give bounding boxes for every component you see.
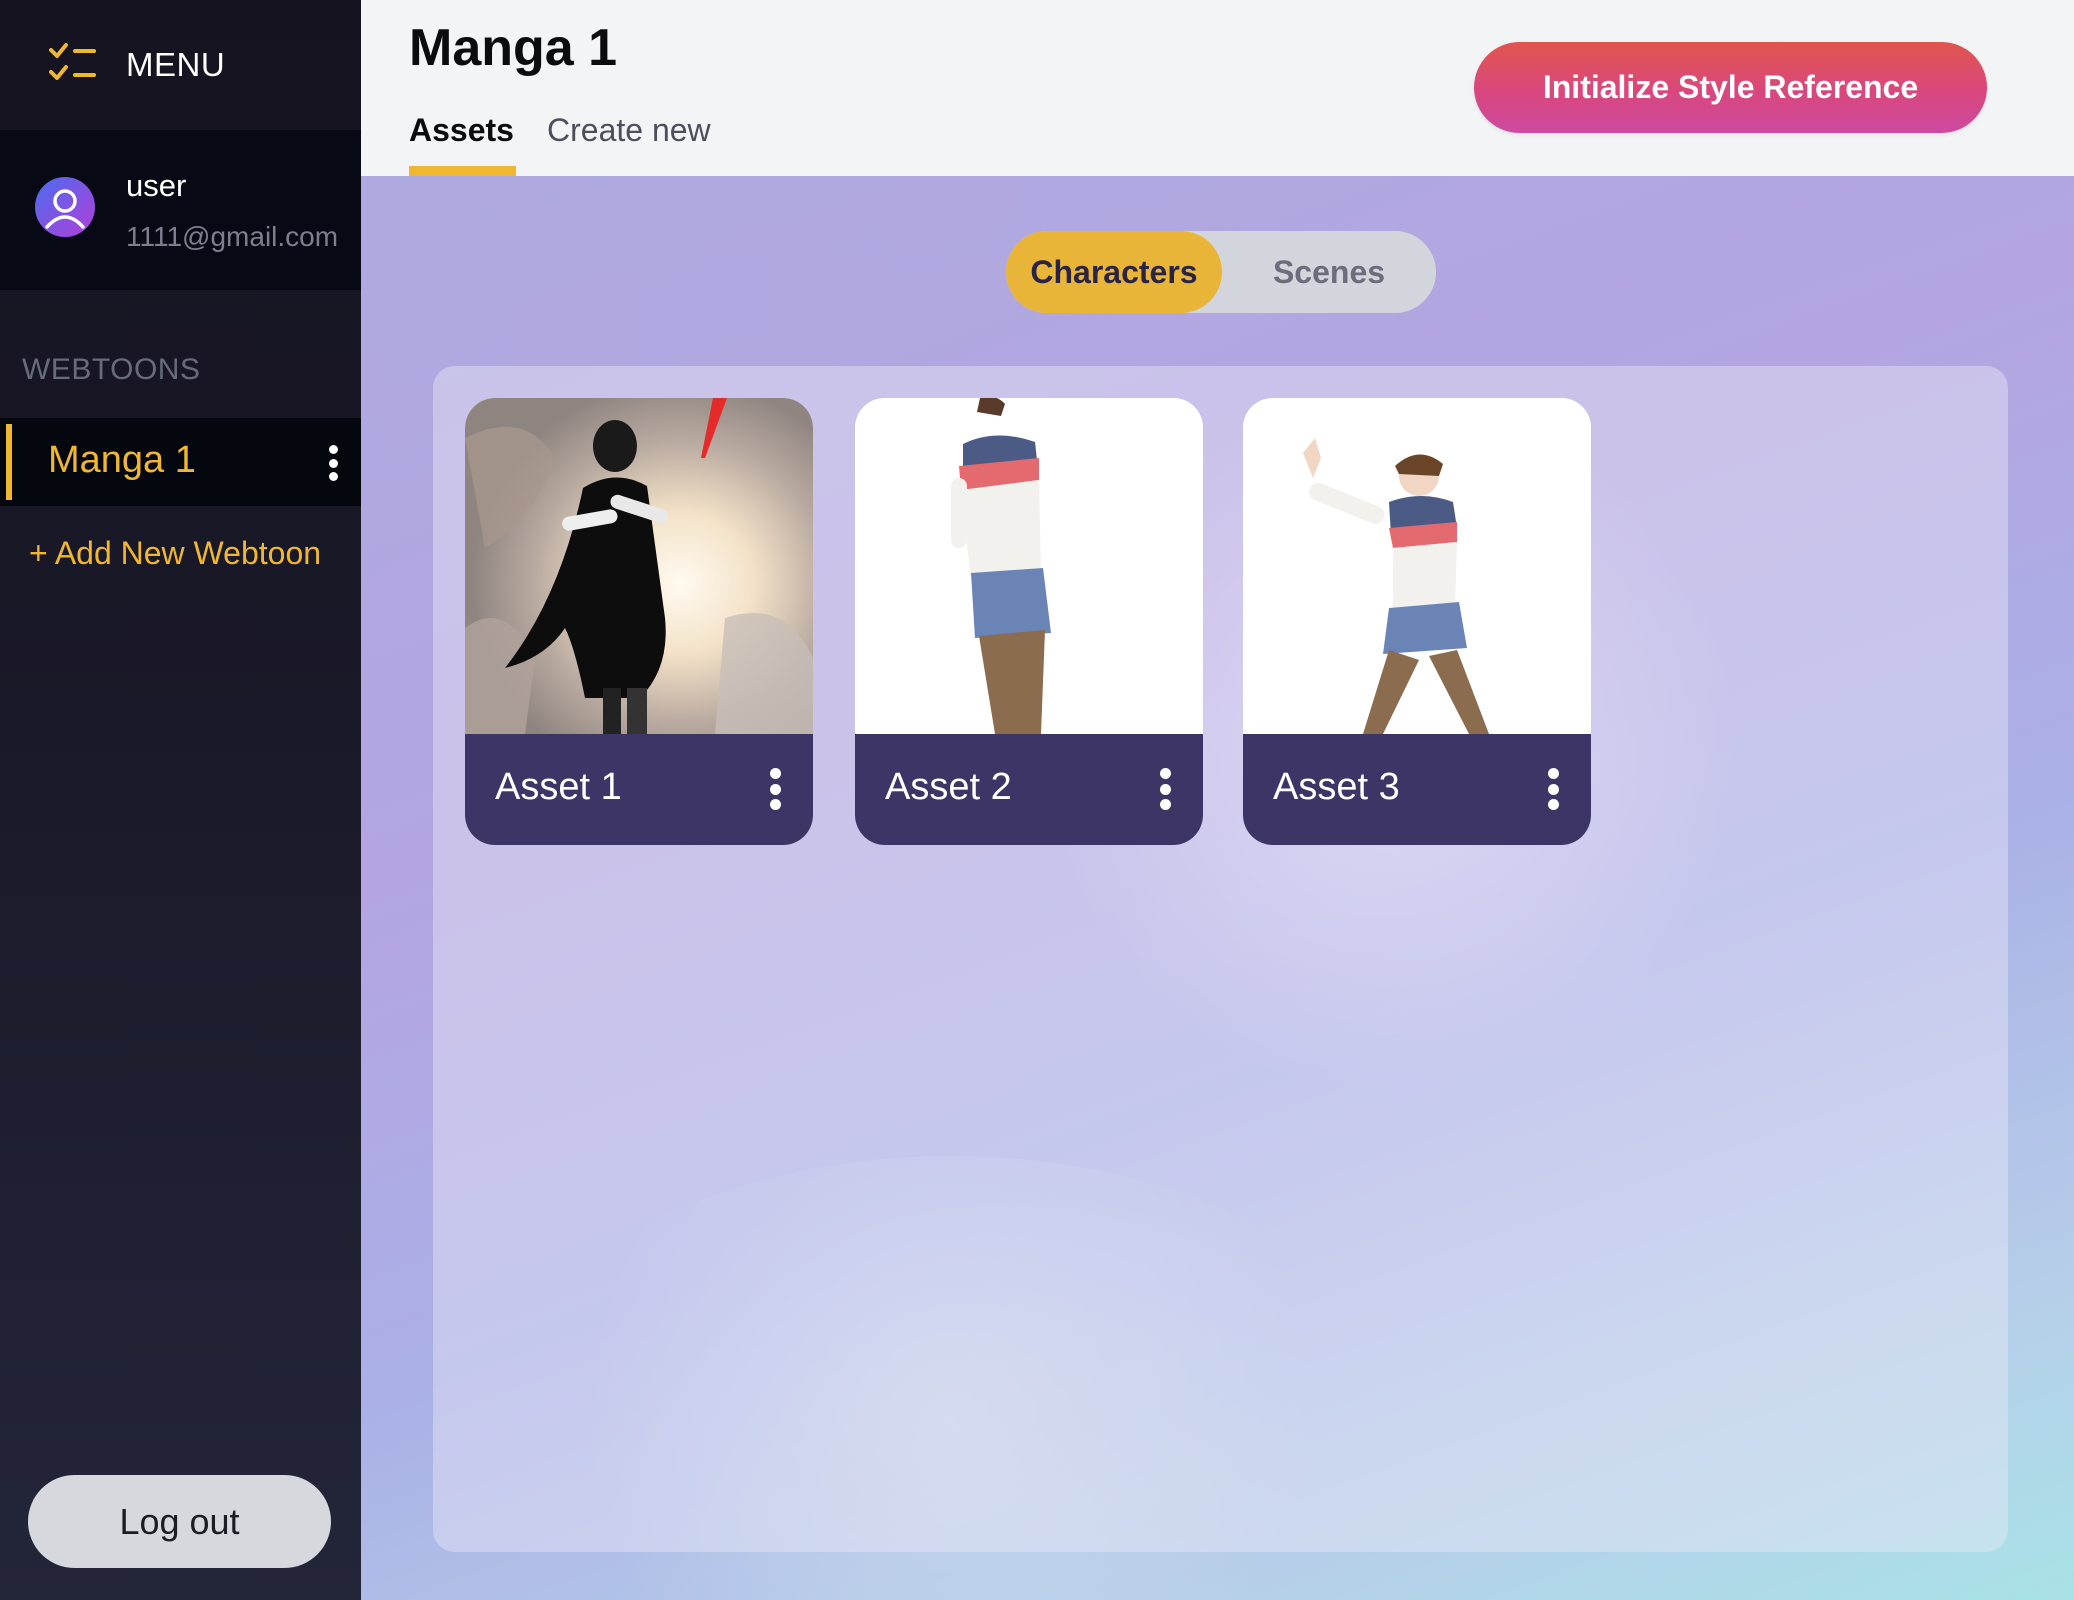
page-title: Manga 1 [409, 19, 618, 77]
asset-thumbnail [855, 398, 1203, 734]
page-header: Manga 1 Assets Create new Initialize Sty… [361, 0, 2074, 176]
menu-header[interactable]: MENU [0, 0, 361, 130]
menu-label: MENU [126, 46, 226, 83]
selected-indicator [6, 424, 12, 500]
initialize-style-reference-button[interactable]: Initialize Style Reference [1474, 42, 1987, 133]
more-options-icon[interactable] [1547, 768, 1559, 810]
asset-card-footer: Asset 2 [855, 734, 1203, 845]
user-email: 1111@gmail.com [126, 221, 339, 252]
asset-card-footer: Asset 3 [1243, 734, 1591, 845]
sidebar: MENU user 1111@gmail.com WEBTOONS Manga … [0, 0, 361, 1600]
webtoons-section-label: WEBTOONS [22, 353, 201, 386]
user-avatar-icon [35, 177, 95, 237]
webtoon-item-label: Manga 1 [48, 439, 196, 481]
asset-thumbnail [1243, 398, 1591, 734]
more-options-icon[interactable] [1159, 768, 1171, 810]
assets-panel: Asset 1 Asset 2 Asset 3 [433, 366, 2008, 1552]
logout-button[interactable]: Log out [28, 1475, 331, 1568]
asset-card[interactable]: Asset 3 [1243, 398, 1591, 845]
asset-name: Asset 2 [885, 766, 1012, 808]
asset-card[interactable]: Asset 1 [465, 398, 813, 845]
user-name: user [126, 168, 187, 203]
tab-create-new[interactable]: Create new [547, 112, 711, 149]
more-options-icon[interactable] [769, 768, 781, 810]
asset-type-toggle: Characters Scenes [1006, 231, 1436, 313]
checklist-icon [49, 43, 96, 80]
asset-thumbnail [465, 398, 813, 734]
asset-name: Asset 1 [495, 766, 622, 808]
asset-card-footer: Asset 1 [465, 734, 813, 845]
add-webtoon-link[interactable]: + Add New Webtoon [29, 535, 321, 572]
asset-card[interactable]: Asset 2 [855, 398, 1203, 845]
toggle-scenes[interactable]: Scenes [1222, 231, 1436, 313]
main-content: Characters Scenes Asset 1 Asset 2 Asset … [361, 176, 2074, 1600]
user-profile: user 1111@gmail.com [0, 130, 361, 290]
toggle-characters[interactable]: Characters [1006, 231, 1222, 313]
active-tab-underline [409, 166, 516, 176]
asset-name: Asset 3 [1273, 766, 1400, 808]
more-options-icon[interactable] [327, 445, 339, 481]
webtoon-item-manga-1[interactable]: Manga 1 [0, 418, 361, 506]
tab-assets[interactable]: Assets [409, 112, 514, 149]
